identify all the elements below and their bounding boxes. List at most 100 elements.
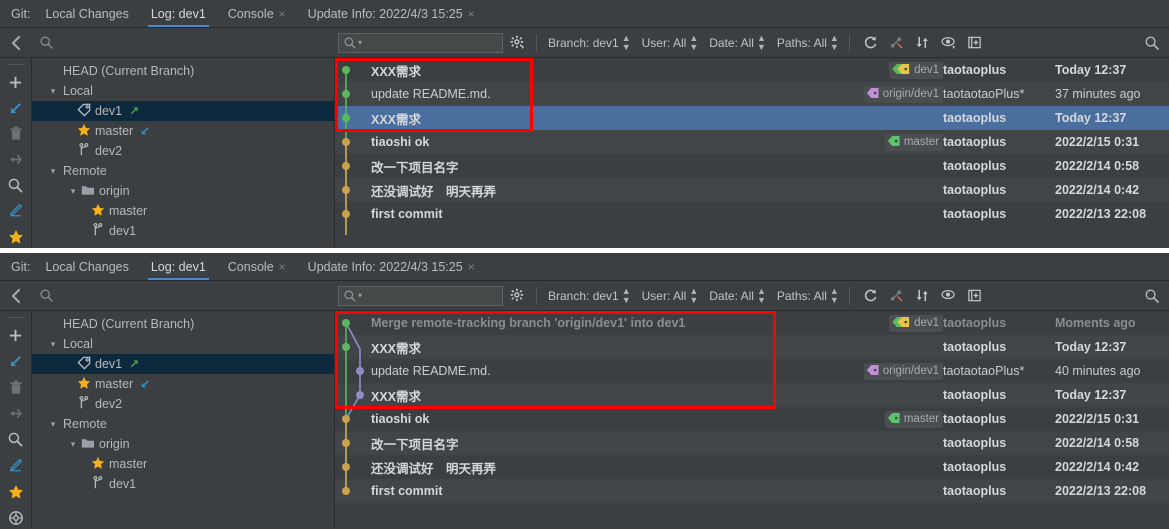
commit-row[interactable]: Merge remote-tracking branch 'origin/dev… xyxy=(335,311,1169,335)
back-chevron-icon[interactable] xyxy=(0,281,32,311)
commit-row[interactable]: 改一下项目名字 taotaoplus 2022/2/14 0:58 xyxy=(335,431,1169,455)
commit-search-input[interactable]: ▾ xyxy=(338,32,503,53)
commit-row[interactable]: tiaoshi ok master taotaoplus 2022/2/15 0:31 xyxy=(335,130,1169,154)
commit-row[interactable]: XXX需求 taotaoplus Today 12:37 xyxy=(335,335,1169,359)
favorite-icon[interactable] xyxy=(4,226,28,247)
search-icon[interactable] xyxy=(4,429,28,450)
chevron-down-icon[interactable]: ▾ xyxy=(46,86,60,97)
tree-node-master-bottom[interactable]: master ↙ xyxy=(32,374,334,394)
tab-log-dev1[interactable]: Log: dev1 xyxy=(140,253,217,280)
ref-label-dev1[interactable]: dev1 xyxy=(889,314,943,332)
intellisort-icon[interactable] xyxy=(963,31,987,55)
branch-filter[interactable]: Branch: dev1 ▲ ▼ xyxy=(542,33,636,52)
tree-node-master-top[interactable]: master ↙ xyxy=(32,121,334,141)
sort-icon[interactable] xyxy=(911,31,935,55)
tree-node-dev1-top[interactable]: dev1 ↗ xyxy=(32,101,334,121)
tree-node-origin-bottom[interactable]: ▾ origin xyxy=(32,434,334,454)
ref-label-origin-dev1[interactable]: origin/dev1 xyxy=(863,362,943,380)
close-icon[interactable]: × xyxy=(468,8,475,20)
tree-node-head-current-branch-bottom[interactable]: HEAD (Current Branch) xyxy=(32,314,334,334)
close-icon[interactable]: × xyxy=(279,261,286,273)
tab-local-changes[interactable]: Local Changes xyxy=(34,0,139,27)
tree-search-icon[interactable] xyxy=(32,28,332,58)
tree-node-origin-top[interactable]: ▾ origin xyxy=(32,181,334,201)
add-branch-icon[interactable] xyxy=(4,325,28,346)
tree-node-remote-top[interactable]: ▾ Remote xyxy=(32,161,334,181)
commit-row[interactable]: first commit taotaoplus 2022/2/13 22:08 xyxy=(335,479,1169,503)
tab-update-info[interactable]: Update Info: 2022/4/3 15:25 × xyxy=(297,0,486,27)
tab-console[interactable]: Console × xyxy=(217,0,297,27)
sort-icon[interactable] xyxy=(911,284,935,308)
tree-node-dev2-top[interactable]: dev2 xyxy=(32,141,334,161)
user-filter[interactable]: User: All ▲ ▼ xyxy=(636,33,704,52)
chevron-down-icon[interactable]: ▾ xyxy=(46,419,60,430)
branch-tree-bottom[interactable]: HEAD (Current Branch) ▾ Local dev1 ↗ master ↙ d… xyxy=(32,311,335,528)
back-chevron-icon[interactable] xyxy=(0,28,32,58)
tree-node-master-bottom[interactable]: master xyxy=(32,454,334,474)
tab-update-info[interactable]: Update Info: 2022/4/3 15:25 × xyxy=(297,253,486,280)
ref-label-origin-dev1[interactable]: origin/dev1 xyxy=(863,85,943,103)
intellisort-icon[interactable] xyxy=(963,284,987,308)
ref-label-dev1[interactable]: dev1 xyxy=(889,61,943,79)
chevron-down-icon[interactable]: ▾ xyxy=(46,339,60,350)
collapse-graph-icon[interactable] xyxy=(885,31,909,55)
branch-filter[interactable]: Branch: dev1 ▲ ▼ xyxy=(542,286,636,305)
commit-row[interactable]: 改一下项目名字 taotaoplus 2022/2/14 0:58 xyxy=(335,154,1169,178)
tree-node-local-bottom[interactable]: ▾ Local xyxy=(32,334,334,354)
tree-node-local-top[interactable]: ▾ Local xyxy=(32,81,334,101)
tree-node-remote-bottom[interactable]: ▾ Remote xyxy=(32,414,334,434)
chevron-down-icon[interactable]: ▾ xyxy=(46,166,60,177)
paths-filter[interactable]: Paths: All ▲ ▼ xyxy=(771,33,844,52)
commit-row[interactable]: 还没调试好 明天再弄 taotaoplus 2022/2/14 0:42 xyxy=(335,178,1169,202)
date-filter[interactable]: Date: All ▲ ▼ xyxy=(703,33,771,52)
tree-node-head-current-branch-top[interactable]: HEAD (Current Branch) xyxy=(32,61,334,81)
commit-list-bottom[interactable]: Merge remote-tracking branch 'origin/dev… xyxy=(335,311,1169,528)
collapse-graph-icon[interactable] xyxy=(885,284,909,308)
tab-console[interactable]: Console × xyxy=(217,253,297,280)
commit-row[interactable]: 还没调试好 明天再弄 taotaoplus 2022/2/14 0:42 xyxy=(335,455,1169,479)
tab-log-dev1[interactable]: Log: dev1 xyxy=(140,0,217,27)
global-search-icon[interactable] xyxy=(1135,281,1169,311)
show-hide-icon[interactable]: ▾ xyxy=(937,31,961,55)
paths-filter[interactable]: Paths: All ▲ ▼ xyxy=(771,286,844,305)
user-filter[interactable]: User: All ▲ ▼ xyxy=(636,286,704,305)
tree-node-dev1-bottom[interactable]: dev1 ↗ xyxy=(32,354,334,374)
commit-row[interactable]: XXX需求 dev1 taotaoplus Today 12:37 xyxy=(335,58,1169,82)
commit-row[interactable]: update README.md. origin/dev1 taotaotaoPlu… xyxy=(335,82,1169,106)
close-icon[interactable]: × xyxy=(279,8,286,20)
tab-local-changes[interactable]: Local Changes xyxy=(34,253,139,280)
branch-tree-top[interactable]: HEAD (Current Branch) ▾ Local dev1 ↗ master ↙ d… xyxy=(32,58,335,247)
checkout-icon[interactable] xyxy=(4,351,28,372)
commit-row[interactable]: tiaoshi ok master taotaoplus 2022/2/15 0:31 xyxy=(335,407,1169,431)
ref-label-master[interactable]: master xyxy=(884,410,943,428)
close-icon[interactable]: × xyxy=(468,261,475,273)
settings-wheel-icon[interactable] xyxy=(4,507,28,528)
rename-icon[interactable] xyxy=(4,201,28,222)
commit-row[interactable]: XXX需求 taotaoplus Today 12:37 xyxy=(335,383,1169,407)
commit-row[interactable]: XXX需求 taotaoplus Today 12:37 xyxy=(335,106,1169,130)
global-search-icon[interactable] xyxy=(1135,28,1169,58)
commit-list-top[interactable]: XXX需求 dev1 taotaoplus Today 12:37 update REA… xyxy=(335,58,1169,247)
show-hide-icon[interactable] xyxy=(937,284,961,308)
commit-row[interactable]: update README.md. origin/dev1 taotaotaoPlu… xyxy=(335,359,1169,383)
commit-search-input[interactable]: ▾ xyxy=(338,285,503,306)
favorite-icon[interactable] xyxy=(4,481,28,502)
gear-icon[interactable] xyxy=(503,288,531,303)
refresh-icon[interactable] xyxy=(859,284,883,308)
chevron-down-icon[interactable]: ▾ xyxy=(66,186,80,197)
tree-search-icon[interactable] xyxy=(32,281,332,311)
tree-node-dev1-bottom[interactable]: dev1 xyxy=(32,474,334,494)
rename-icon[interactable] xyxy=(4,455,28,476)
tree-node-dev2-bottom[interactable]: dev2 xyxy=(32,394,334,414)
add-branch-icon[interactable] xyxy=(4,72,28,93)
gear-icon[interactable]: ▾ xyxy=(503,35,531,50)
checkout-icon[interactable] xyxy=(4,98,28,119)
commit-row[interactable]: first commit taotaoplus 2022/2/13 22:08 xyxy=(335,202,1169,226)
tree-node-master-top[interactable]: master xyxy=(32,201,334,221)
date-filter[interactable]: Date: All ▲ ▼ xyxy=(703,286,771,305)
tree-node-dev1-top[interactable]: dev1 xyxy=(32,221,334,241)
search-icon[interactable] xyxy=(4,175,28,196)
ref-label-master[interactable]: master xyxy=(884,133,943,151)
chevron-down-icon[interactable]: ▾ xyxy=(66,439,80,450)
refresh-icon[interactable] xyxy=(859,31,883,55)
